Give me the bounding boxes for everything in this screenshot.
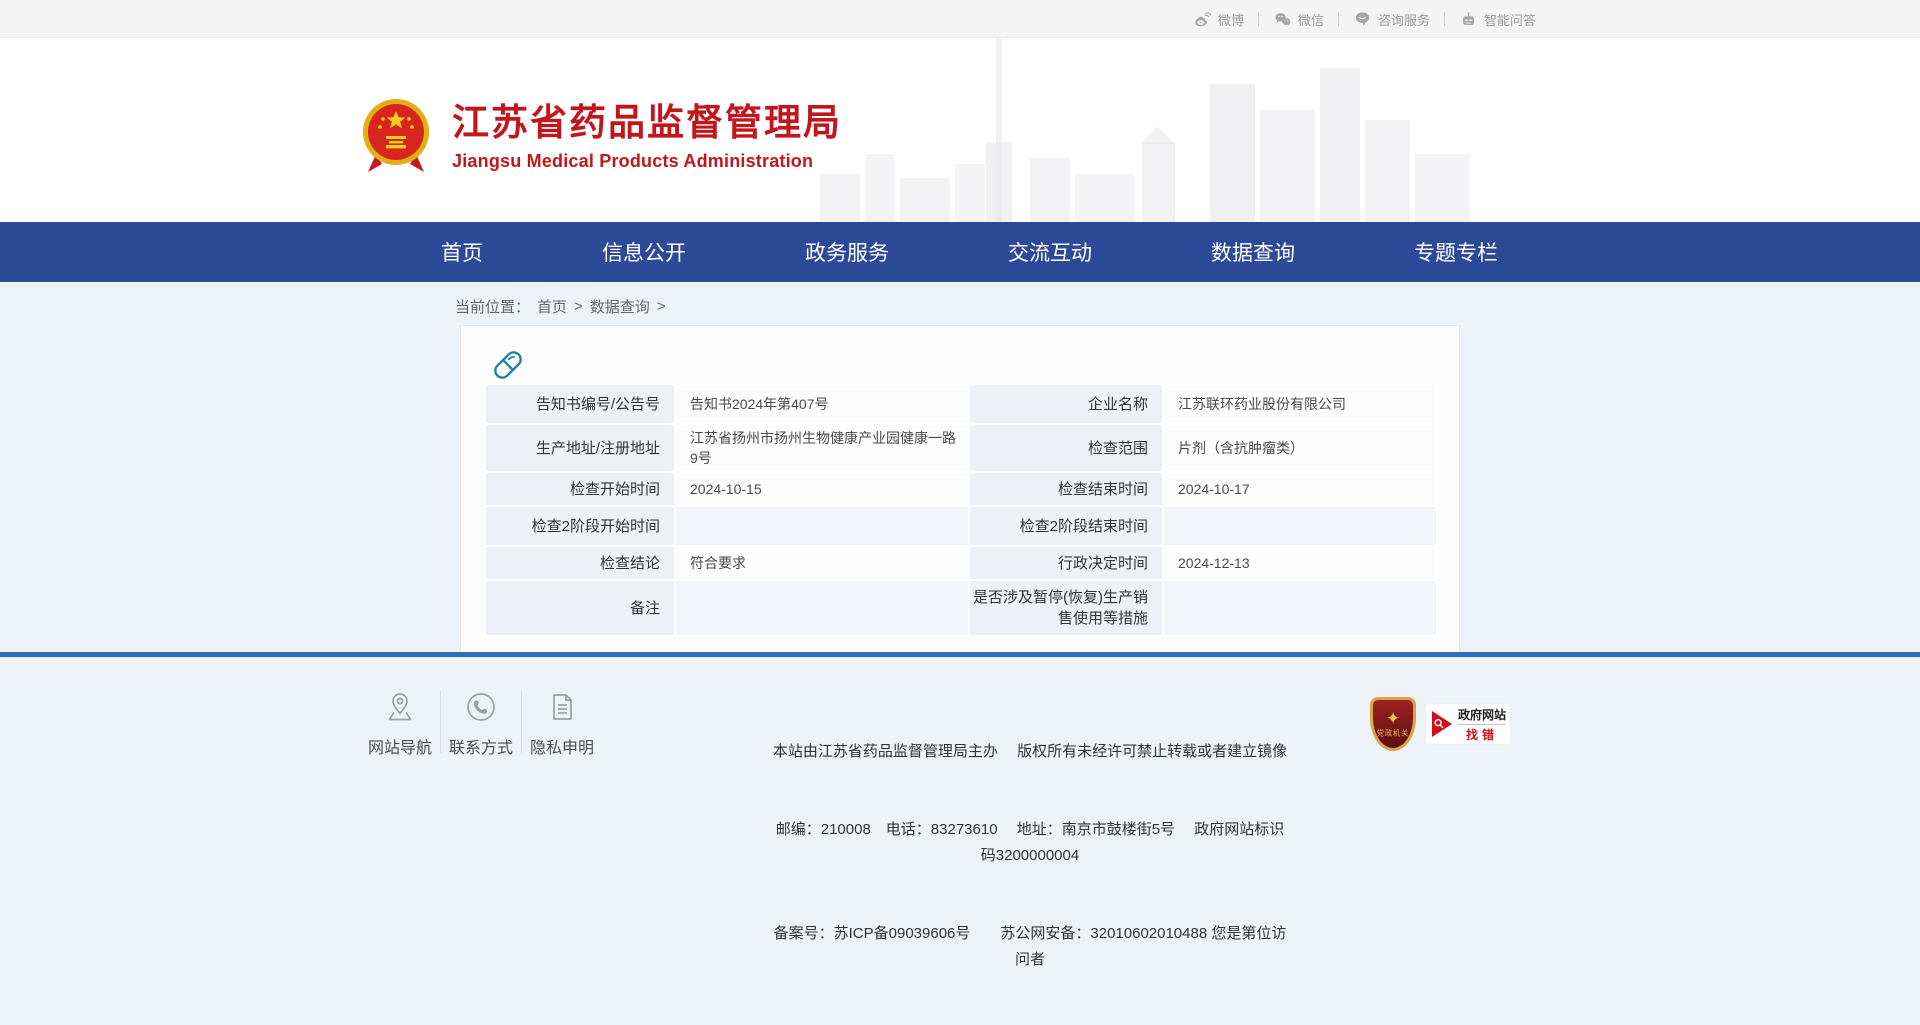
gov-site-label: 政府网站 xyxy=(1458,706,1506,725)
label-inspection-conclusion: 检查结论 xyxy=(485,546,675,580)
value-production-address: 江苏省扬州市扬州生物健康产业园健康一路9号 xyxy=(675,424,969,472)
table-row: 生产地址/注册地址 江苏省扬州市扬州生物健康产业园健康一路9号 检查范围 片剂（… xyxy=(485,424,1437,472)
label-company-name: 企业名称 xyxy=(969,384,1163,424)
table-row: 告知书编号/公告号 告知书2024年第407号 企业名称 江苏联环药业股份有限公… xyxy=(485,384,1437,424)
error-report-labels: 政府网站 找错 xyxy=(1458,706,1506,743)
label-phase2-end: 检查2阶段结束时间 xyxy=(969,506,1163,546)
breadcrumb-data-query-link[interactable]: 数据查询 xyxy=(590,296,650,317)
nav-gov-services[interactable]: 政务服务 xyxy=(805,237,889,267)
map-pin-icon xyxy=(382,689,418,725)
breadcrumb: 当前位置： 首页 > 数据查询 > xyxy=(455,296,666,317)
breadcrumb-separator: > xyxy=(574,298,583,315)
shield-emblem-icon: ✦ xyxy=(1386,710,1400,728)
wechat-link[interactable]: 微信 xyxy=(1259,10,1338,29)
footer-contact-line: 邮编：210008 电话：83273610 地址：南京市鼓楼街5号 政府网站标识… xyxy=(770,817,1290,869)
breadcrumb-prefix: 当前位置： xyxy=(455,296,530,317)
weibo-label: 微博 xyxy=(1218,10,1244,29)
site-subtitle: Jiangsu Medical Products Administration xyxy=(452,151,842,172)
footer-record-line: 备案号：苏ICP备09039606号 苏公网安备：32010602010488 … xyxy=(770,921,1290,973)
value-notice-number: 告知书2024年第407号 xyxy=(675,384,969,424)
contact-link[interactable]: 联系方式 xyxy=(441,689,521,758)
nav-info-disclosure[interactable]: 信息公开 xyxy=(602,237,686,267)
weibo-link[interactable]: 微博 xyxy=(1179,10,1258,29)
label-inspection-end: 检查结束时间 xyxy=(969,472,1163,506)
table-row: 检查2阶段开始时间 检查2阶段结束时间 xyxy=(485,506,1437,546)
privacy-doc-icon xyxy=(544,689,580,725)
gov-site-error-report-badge[interactable]: 政府网站 找错 xyxy=(1426,704,1510,744)
privacy-label: 隐私申明 xyxy=(530,734,594,758)
label-remarks: 备注 xyxy=(485,580,675,636)
breadcrumb-separator: > xyxy=(657,298,666,315)
smart-qa-label: 智能问答 xyxy=(1484,10,1536,29)
topbar: 微博 微信 咨询服务 智能问答 xyxy=(0,0,1920,38)
label-suspension-measures: 是否涉及暂停(恢复)生产销售使用等措施 xyxy=(969,580,1163,636)
site-map-link[interactable]: 网站导航 xyxy=(360,689,440,758)
record-panel: 告知书编号/公告号 告知书2024年第407号 企业名称 江苏联环药业股份有限公… xyxy=(460,325,1460,652)
footer-host-line: 本站由江苏省药品监督管理局主办 版权所有未经许可禁止转载或者建立镜像 xyxy=(770,739,1290,765)
robot-icon xyxy=(1459,10,1478,29)
label-production-address: 生产地址/注册地址 xyxy=(485,424,675,472)
value-remarks xyxy=(675,580,969,636)
wechat-label: 微信 xyxy=(1298,10,1324,29)
national-emblem-logo xyxy=(358,94,434,178)
content-area: 当前位置： 首页 > 数据查询 > 告知书编号/公告号 告知书2024年第407… xyxy=(0,282,1920,652)
wechat-icon xyxy=(1273,10,1292,29)
value-inspection-end: 2024-10-17 xyxy=(1163,472,1437,506)
topbar-items: 微博 微信 咨询服务 智能问答 xyxy=(1179,0,1550,38)
capsule-icon xyxy=(487,344,529,386)
weibo-icon xyxy=(1193,10,1212,29)
page: 微博 微信 咨询服务 智能问答 xyxy=(0,0,1920,916)
label-notice-number: 告知书编号/公告号 xyxy=(485,384,675,424)
value-company-name: 江苏联环药业股份有限公司 xyxy=(1163,384,1437,424)
inspection-record-table: 告知书编号/公告号 告知书2024年第407号 企业名称 江苏联环药业股份有限公… xyxy=(485,384,1437,636)
table-row: 检查结论 符合要求 行政决定时间 2024-12-13 xyxy=(485,546,1437,580)
nav-special-topics[interactable]: 专题专栏 xyxy=(1414,237,1498,267)
label-phase2-start: 检查2阶段开始时间 xyxy=(485,506,675,546)
label-inspection-start: 检查开始时间 xyxy=(485,472,675,506)
error-finder-magnifier-icon xyxy=(1432,711,1452,737)
footer-text: 本站由江苏省药品监督管理局主办 版权所有未经许可禁止转载或者建立镜像 邮编：21… xyxy=(770,687,1290,1025)
footer: 网站导航 联系方式 隐私申明 本站由江苏省药品监督管理局主办 版权所有未经许可禁… xyxy=(0,657,1920,916)
table-row: 检查开始时间 2024-10-15 检查结束时间 2024-10-17 xyxy=(485,472,1437,506)
label-inspection-scope: 检查范围 xyxy=(969,424,1163,472)
value-inspection-scope: 片剂（含抗肿瘤类） xyxy=(1163,424,1437,472)
site-map-label: 网站导航 xyxy=(368,734,432,758)
breadcrumb-home-link[interactable]: 首页 xyxy=(537,296,567,317)
footer-badges: ✦ 党政机关 政府网站 找错 xyxy=(1370,697,1510,751)
value-admin-decision-date: 2024-12-13 xyxy=(1163,546,1437,580)
label-admin-decision-date: 行政决定时间 xyxy=(969,546,1163,580)
brand: 江苏省药品监督管理局 Jiangsu Medical Products Admi… xyxy=(358,50,842,178)
nav-items: 首页 信息公开 政务服务 交流互动 数据查询 专题专栏 xyxy=(441,222,1498,282)
find-error-label: 找错 xyxy=(1466,726,1498,743)
footer-links: 网站导航 联系方式 隐私申明 xyxy=(360,689,602,758)
value-inspection-conclusion: 符合要求 xyxy=(675,546,969,580)
shield-label: 党政机关 xyxy=(1377,728,1409,738)
value-phase2-end xyxy=(1163,506,1437,546)
value-suspension-measures xyxy=(1163,580,1437,636)
nav-home[interactable]: 首页 xyxy=(441,237,483,267)
phone-icon xyxy=(463,689,499,725)
consult-service-label: 咨询服务 xyxy=(1378,10,1430,29)
consult-service-link[interactable]: 咨询服务 xyxy=(1339,10,1444,29)
city-skyline-graphic xyxy=(820,38,1470,222)
nav-interaction[interactable]: 交流互动 xyxy=(1008,237,1092,267)
smart-qa-link[interactable]: 智能问答 xyxy=(1445,10,1550,29)
masthead: 江苏省药品监督管理局 Jiangsu Medical Products Admi… xyxy=(0,38,1920,222)
contact-label: 联系方式 xyxy=(449,734,513,758)
value-inspection-start: 2024-10-15 xyxy=(675,472,969,506)
party-gov-shield-badge[interactable]: ✦ 党政机关 xyxy=(1370,697,1416,751)
nav-data-query[interactable]: 数据查询 xyxy=(1211,237,1295,267)
chat-bubble-icon xyxy=(1353,10,1372,29)
site-title: 江苏省药品监督管理局 xyxy=(452,102,842,145)
privacy-link[interactable]: 隐私申明 xyxy=(522,689,602,758)
table-row: 备注 是否涉及暂停(恢复)生产销售使用等措施 xyxy=(485,580,1437,636)
brand-text: 江苏省药品监督管理局 Jiangsu Medical Products Admi… xyxy=(452,102,842,172)
value-phase2-start xyxy=(675,506,969,546)
main-navbar: 首页 信息公开 政务服务 交流互动 数据查询 专题专栏 xyxy=(0,222,1920,282)
